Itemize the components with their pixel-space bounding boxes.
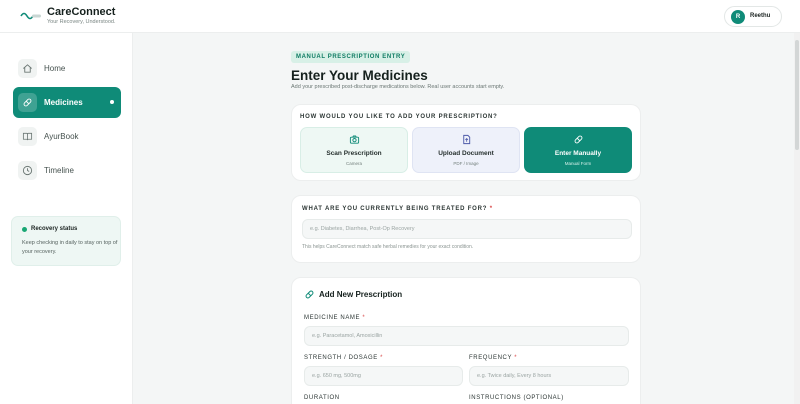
- status-badge: MANUAL PRESCRIPTION ENTRY: [291, 51, 411, 63]
- frequency-label-text: FREQUENCY: [469, 355, 512, 361]
- status-dot: [22, 227, 27, 232]
- sidebar-item-label: Medicines: [44, 98, 83, 107]
- strength-input[interactable]: e.g. 650 mg, 500mg: [304, 366, 463, 386]
- top-bar: CareConnect Your Recovery, Understood. R…: [0, 0, 800, 33]
- brand-title: CareConnect: [47, 6, 116, 18]
- user-menu-button[interactable]: R Reethu: [724, 6, 782, 27]
- strength-label-text: STRENGTH / DOSAGE: [304, 355, 378, 361]
- strength-label: STRENGTH / DOSAGE *: [304, 355, 383, 361]
- method-subtitle: PDF / Image: [453, 161, 479, 166]
- duration-label: DURATION: [304, 395, 340, 401]
- medicine-name-label-text: MEDICINE NAME: [304, 315, 361, 321]
- medicine-name-input[interactable]: e.g. Paracetamol, Amoxicillin: [304, 326, 629, 346]
- recovery-status-card: Recovery status Keep checking in daily t…: [11, 216, 121, 266]
- page-subtitle: Add your prescribed post-discharge medic…: [291, 84, 505, 90]
- frequency-label: FREQUENCY *: [469, 355, 517, 361]
- required-asterisk: *: [489, 206, 493, 212]
- sidebar: Home Medicines AyurBook Timeline Recover…: [0, 33, 133, 404]
- treatment-card: WHAT ARE YOU CURRENTLY BEING TREATED FOR…: [291, 195, 641, 263]
- clock-icon-box: [18, 161, 37, 180]
- frequency-input[interactable]: e.g. Twice daily, Every 8 hours: [469, 366, 629, 386]
- instructions-label: INSTRUCTIONS (OPTIONAL): [469, 395, 564, 401]
- document-upload-icon: [463, 134, 471, 145]
- method-subtitle: Camera: [345, 161, 362, 166]
- scrollbar-thumb[interactable]: [795, 40, 799, 150]
- active-indicator-dot: [110, 100, 114, 104]
- sidebar-item-home[interactable]: Home: [13, 53, 121, 84]
- add-method-card: HOW WOULD YOU LIKE TO ADD YOUR PRESCRIPT…: [291, 104, 641, 181]
- add-prescription-card: Add New Prescription MEDICINE NAME * e.g…: [291, 277, 641, 404]
- brand-subtitle: Your Recovery, Understood.: [47, 19, 116, 25]
- pill-icon: [574, 135, 583, 144]
- sidebar-item-label: AyurBook: [44, 132, 79, 141]
- method-subtitle: Manual Form: [564, 161, 592, 166]
- home-icon-box: [18, 59, 37, 78]
- required-asterisk: *: [362, 315, 366, 321]
- status-title: Recovery status: [31, 226, 78, 232]
- home-icon: [23, 64, 32, 73]
- clock-icon: [22, 165, 33, 176]
- treatment-label-text: WHAT ARE YOU CURRENTLY BEING TREATED FOR…: [302, 206, 488, 212]
- enter-manually-button[interactable]: Enter Manually Manual Form: [524, 127, 632, 173]
- medicine-name-label: MEDICINE NAME *: [304, 315, 365, 321]
- treatment-input[interactable]: e.g. Diabetes, Diarrhea, Post-Op Recover…: [302, 219, 632, 239]
- careconnect-logo-icon[interactable]: [20, 11, 42, 21]
- required-asterisk: *: [514, 355, 518, 361]
- user-name: Reethu: [750, 13, 771, 19]
- treatment-hint: This helps CareConnect match safe herbal…: [302, 244, 474, 250]
- status-text: Keep checking in daily to stay on top of…: [22, 240, 118, 255]
- book-icon: [22, 132, 33, 141]
- sidebar-item-label: Timeline: [44, 166, 74, 175]
- pill-icon-box: [18, 93, 37, 112]
- upload-document-button[interactable]: Upload Document PDF / Image: [412, 127, 520, 173]
- pill-icon: [305, 290, 314, 299]
- method-title: Upload Document: [438, 150, 494, 157]
- camera-icon: [349, 135, 360, 144]
- sidebar-item-label: Home: [44, 64, 66, 73]
- sidebar-item-medicines[interactable]: Medicines: [13, 87, 121, 118]
- avatar: R: [731, 10, 745, 24]
- method-title: Enter Manually: [554, 150, 602, 157]
- card-heading: Add New Prescription: [319, 290, 403, 299]
- treatment-label: WHAT ARE YOU CURRENTLY BEING TREATED FOR…: [302, 206, 493, 212]
- scan-prescription-button[interactable]: Scan Prescription Camera: [300, 127, 408, 173]
- page-title: Enter Your Medicines: [291, 68, 428, 83]
- pill-icon: [23, 98, 32, 107]
- sidebar-item-timeline[interactable]: Timeline: [13, 155, 121, 186]
- method-title: Scan Prescription: [326, 150, 382, 157]
- method-question: HOW WOULD YOU LIKE TO ADD YOUR PRESCRIPT…: [300, 114, 498, 120]
- required-asterisk: *: [380, 355, 384, 361]
- book-icon-box: [18, 127, 37, 146]
- sidebar-item-ayurbook[interactable]: AyurBook: [13, 121, 121, 152]
